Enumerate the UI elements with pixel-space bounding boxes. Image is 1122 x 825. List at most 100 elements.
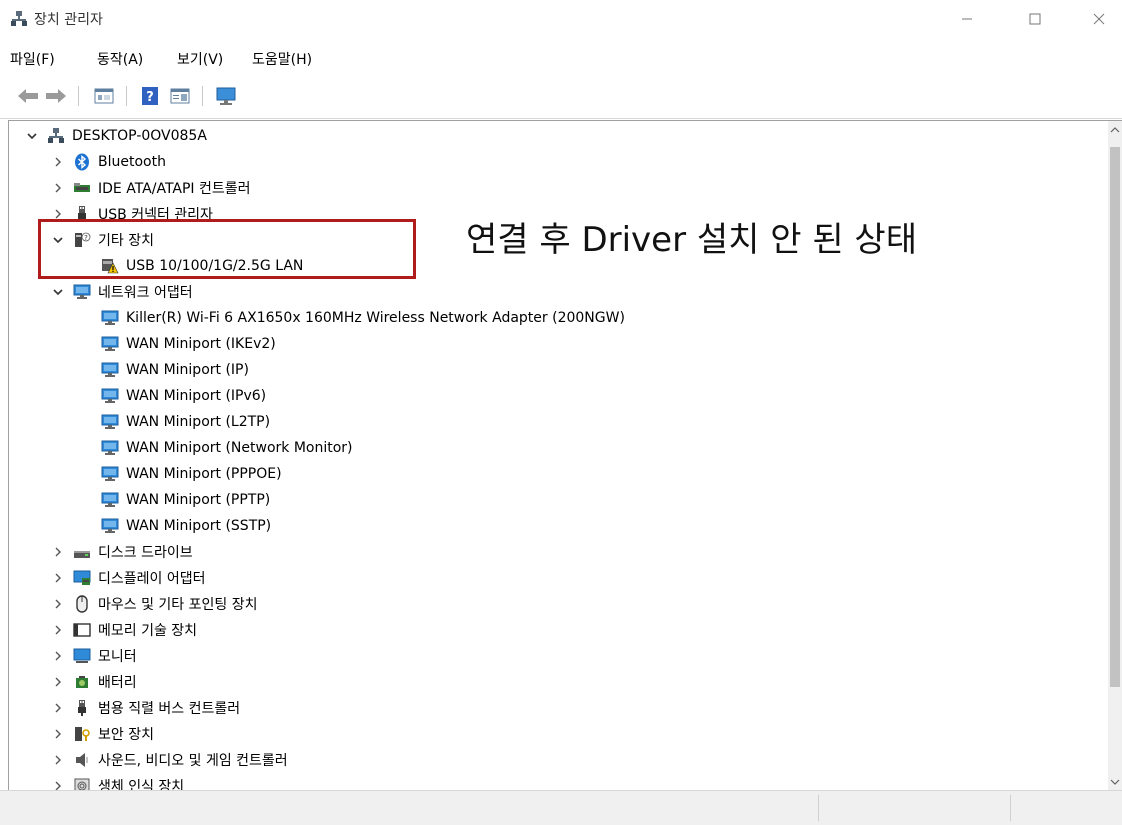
tree-node-wan-ip[interactable]: WAN Miniport (IP) <box>101 357 249 383</box>
tree-node-wan-l2tp[interactable]: WAN Miniport (L2TP) <box>101 409 270 435</box>
chevron-right-icon[interactable] <box>51 675 65 689</box>
title-bar: 장치 관리자 <box>0 0 1122 38</box>
battery-icon <box>73 673 91 691</box>
tree-label: WAN Miniport (Network Monitor) <box>126 440 353 456</box>
network-adapter-icon <box>101 439 119 457</box>
menu-help[interactable]: 도움말(H) <box>252 48 312 72</box>
tree-node-display-adapters[interactable]: 디스플레이 어댑터 <box>51 565 206 591</box>
chevron-right-icon[interactable] <box>51 155 65 169</box>
network-adapter-icon <box>101 335 119 353</box>
tree-label: 보안 장치 <box>98 727 154 743</box>
chevron-down-icon[interactable] <box>51 285 65 299</box>
mouse-icon <box>73 595 91 613</box>
bluetooth-icon <box>73 153 91 171</box>
network-adapter-icon <box>101 465 119 483</box>
maximize-icon <box>1029 13 1041 25</box>
show-hide-console-tree-button[interactable] <box>92 84 116 108</box>
properties-icon <box>170 88 190 104</box>
forward-button[interactable] <box>44 84 68 108</box>
tree-node-network-adapters[interactable]: 네트워크 어댑터 <box>51 279 193 305</box>
usb-controller-icon <box>73 699 91 717</box>
ide-controller-icon <box>73 179 91 197</box>
console-tree-icon <box>94 88 114 104</box>
tree-label: 디스크 드라이브 <box>98 545 193 561</box>
tree-label: IDE ATA/ATAPI 컨트롤러 <box>98 181 251 197</box>
tree-node-disk-drives[interactable]: 디스크 드라이브 <box>51 539 193 565</box>
tree-label: 모니터 <box>98 649 137 665</box>
chevron-right-icon[interactable] <box>51 545 65 559</box>
network-adapter-icon <box>101 491 119 509</box>
tree-label: 네트워크 어댑터 <box>98 285 193 301</box>
back-button[interactable] <box>16 84 40 108</box>
disk-drive-icon <box>73 543 91 561</box>
tree-node-usb-controllers[interactable]: 범용 직렬 버스 컨트롤러 <box>51 695 240 721</box>
forward-arrow-icon <box>46 89 66 103</box>
properties-button[interactable] <box>168 84 192 108</box>
tree-node-security-devices[interactable]: 보안 장치 <box>51 721 154 747</box>
tree-node-wan-pppoe[interactable]: WAN Miniport (PPPOE) <box>101 461 282 487</box>
tree-node-killer-wifi[interactable]: Killer(R) Wi-Fi 6 AX1650x 160MHz Wireles… <box>101 305 625 331</box>
tree-label: WAN Miniport (IP) <box>126 362 249 378</box>
tree-label: DESKTOP-0OV085A <box>72 128 207 144</box>
chevron-right-icon[interactable] <box>51 649 65 663</box>
tree-label: WAN Miniport (PPPOE) <box>126 466 282 482</box>
annotation-highlight-box <box>38 219 416 279</box>
tree-node-computer[interactable]: DESKTOP-0OV085A <box>25 123 207 149</box>
chevron-right-icon[interactable] <box>51 181 65 195</box>
tree-node-wan-pptp[interactable]: WAN Miniport (PPTP) <box>101 487 270 513</box>
tree-label: 메모리 기술 장치 <box>98 623 198 639</box>
network-adapter-icon <box>101 517 119 535</box>
scroll-down-button[interactable] <box>1108 773 1122 790</box>
scroll-thumb[interactable] <box>1110 147 1120 687</box>
tree-node-wan-ikev2[interactable]: WAN Miniport (IKEv2) <box>101 331 276 357</box>
minimize-button[interactable] <box>944 2 990 36</box>
tree-node-biometric[interactable]: 생체 인식 장치 <box>51 773 184 790</box>
tree-node-batteries[interactable]: 배터리 <box>51 669 137 695</box>
tree-node-ide-controller[interactable]: IDE ATA/ATAPI 컨트롤러 <box>51 175 251 201</box>
chevron-right-icon[interactable] <box>51 701 65 715</box>
tree-label: 디스플레이 어댑터 <box>98 571 206 587</box>
network-adapter-icon <box>101 413 119 431</box>
network-adapter-icon <box>73 283 91 301</box>
monitor-icon <box>73 647 91 665</box>
chevron-right-icon[interactable] <box>51 597 65 611</box>
menu-view[interactable]: 보기(V) <box>177 48 223 72</box>
chevron-down-icon <box>1110 779 1120 785</box>
close-button[interactable] <box>1076 2 1122 36</box>
chevron-right-icon[interactable] <box>51 571 65 585</box>
menu-file[interactable]: 파일(F) <box>10 48 55 72</box>
tree-node-wan-network-monitor[interactable]: WAN Miniport (Network Monitor) <box>101 435 353 461</box>
tree-node-bluetooth[interactable]: Bluetooth <box>51 149 166 175</box>
maximize-button[interactable] <box>1012 2 1058 36</box>
scan-hardware-icon <box>216 87 236 105</box>
security-device-icon <box>73 725 91 743</box>
tree-label: 생체 인식 장치 <box>98 779 185 790</box>
chevron-down-icon[interactable] <box>25 129 39 143</box>
close-icon <box>1093 13 1105 25</box>
vertical-scrollbar[interactable] <box>1108 121 1122 790</box>
svg-text:?: ? <box>146 90 154 105</box>
scan-hardware-button[interactable] <box>214 84 238 108</box>
tree-label: WAN Miniport (L2TP) <box>126 414 271 430</box>
tree-label: Bluetooth <box>98 154 166 170</box>
help-button[interactable]: ? <box>138 84 162 108</box>
biometric-icon <box>73 777 91 790</box>
tree-node-sound[interactable]: 사운드, 비디오 및 게임 컨트롤러 <box>51 747 288 773</box>
tree-node-mouse[interactable]: 마우스 및 기타 포인팅 장치 <box>51 591 257 617</box>
tree-label: 범용 직렬 버스 컨트롤러 <box>98 701 241 717</box>
chevron-right-icon[interactable] <box>51 779 65 790</box>
network-adapter-icon <box>101 387 119 405</box>
tree-node-memory-devices[interactable]: 메모리 기술 장치 <box>51 617 197 643</box>
help-icon: ? <box>142 87 158 105</box>
chevron-right-icon[interactable] <box>51 623 65 637</box>
tree-node-monitors[interactable]: 모니터 <box>51 643 137 669</box>
scroll-up-button[interactable] <box>1108 121 1122 138</box>
toolbar: ? <box>0 78 1122 114</box>
tree-node-wan-sstp[interactable]: WAN Miniport (SSTP) <box>101 513 271 539</box>
network-adapter-icon <box>101 361 119 379</box>
tree-node-wan-ipv6[interactable]: WAN Miniport (IPv6) <box>101 383 266 409</box>
minimize-icon <box>962 18 972 20</box>
chevron-right-icon[interactable] <box>51 727 65 741</box>
menu-action[interactable]: 동작(A) <box>97 48 143 72</box>
chevron-right-icon[interactable] <box>51 753 65 767</box>
